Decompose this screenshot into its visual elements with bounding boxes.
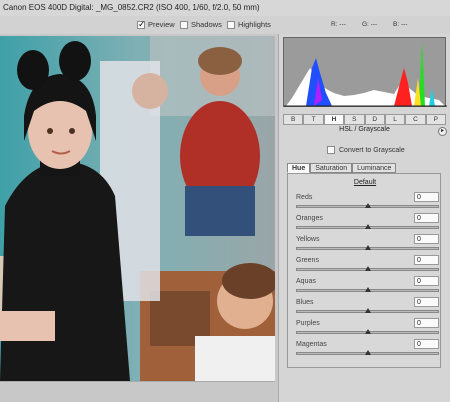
slider-thumb-icon[interactable] — [364, 350, 371, 355]
slider-label: Greens — [296, 257, 319, 264]
shadows-checkbox[interactable]: Shadows — [180, 20, 222, 29]
hue-panel: Default Reds 0 Oranges 0 Yellows 0 Green… — [287, 173, 441, 368]
tab-hsl[interactable]: H — [323, 114, 345, 125]
slider-row-yellows: Yellows 0 — [296, 234, 439, 256]
highlights-checkbox[interactable]: Highlights — [227, 20, 271, 29]
preview-checkbox[interactable]: Preview — [137, 19, 175, 30]
tab-lens[interactable]: L — [384, 114, 406, 125]
hsl-subtabs: Hue Saturation Luminance — [287, 163, 397, 173]
slider-thumb-icon[interactable] — [364, 224, 371, 229]
slider-thumb-icon[interactable] — [364, 266, 371, 271]
tab-presets[interactable]: P — [425, 114, 446, 125]
histogram — [283, 37, 447, 107]
convert-label: Convert to Grayscale — [339, 146, 405, 154]
slider-label: Aquas — [296, 278, 316, 285]
slider-thumb-icon[interactable] — [364, 287, 371, 292]
panel-tabs: B T H S D L C P — [283, 114, 446, 125]
subtab-saturation[interactable]: Saturation — [310, 163, 353, 173]
panel-menu-icon[interactable]: ▸ — [438, 127, 447, 136]
slider-value-input[interactable]: 0 — [414, 297, 439, 307]
slider-thumb-icon[interactable] — [364, 308, 371, 313]
image-footer-bar — [0, 381, 275, 402]
slider-label: Blues — [296, 299, 314, 306]
b-readout: B: --- — [393, 21, 408, 28]
slider-label: Oranges — [296, 215, 323, 222]
tab-camera[interactable]: C — [405, 114, 426, 125]
default-link[interactable]: Default — [288, 179, 442, 186]
g-readout: G: --- — [362, 21, 378, 28]
slider-row-blues: Blues 0 — [296, 297, 439, 319]
photo-illustration — [0, 36, 275, 381]
section-title: HSL / Grayscale — [339, 126, 390, 133]
histogram-graph — [284, 42, 447, 107]
shadows-check-icon[interactable] — [180, 20, 188, 29]
slider-row-magentas: Magentas 0 — [296, 339, 439, 361]
window-title: Canon EOS 400D Digital: _MG_0852.CR2 (IS… — [3, 3, 260, 12]
slider-label: Purples — [296, 320, 320, 327]
slider-row-aquas: Aquas 0 — [296, 276, 439, 298]
slider-row-greens: Greens 0 — [296, 255, 439, 277]
title-bar: Canon EOS 400D Digital: _MG_0852.CR2 (IS… — [0, 0, 450, 16]
tab-detail[interactable]: D — [364, 114, 385, 125]
slider-value-input[interactable]: 0 — [414, 318, 439, 328]
r-readout: R: --- — [331, 21, 346, 28]
slider-value-input[interactable]: 0 — [414, 255, 439, 265]
slider-row-oranges: Oranges 0 — [296, 213, 439, 235]
shadows-label: Shadows — [191, 20, 222, 29]
convert-grayscale-checkbox[interactable]: Convert to Grayscale — [327, 146, 405, 154]
slider-value-input[interactable]: 0 — [414, 213, 439, 223]
highlights-check-icon[interactable] — [227, 20, 235, 29]
slider-thumb-icon[interactable] — [364, 203, 371, 208]
slider-thumb-icon[interactable] — [364, 245, 371, 250]
slider-label: Yellows — [296, 236, 320, 243]
preview-label: Preview — [148, 20, 175, 29]
subtab-luminance[interactable]: Luminance — [352, 163, 397, 173]
slider-row-reds: Reds 0 — [296, 192, 439, 214]
slider-value-input[interactable]: 0 — [414, 276, 439, 286]
preview-check-icon[interactable] — [137, 19, 146, 30]
options-bar: Preview Shadows Highlights R: --- G: ---… — [0, 16, 450, 34]
convert-check-icon[interactable] — [327, 146, 335, 154]
highlights-label: Highlights — [238, 20, 271, 29]
tab-tone-curve[interactable]: T — [303, 114, 324, 125]
tab-split-toning[interactable]: S — [344, 114, 365, 125]
slider-thumb-icon[interactable] — [364, 329, 371, 334]
slider-label: Reds — [296, 194, 313, 201]
subtab-hue[interactable]: Hue — [287, 163, 311, 173]
tab-basic[interactable]: B — [283, 114, 304, 125]
slider-row-purples: Purples 0 — [296, 318, 439, 340]
slider-value-input[interactable]: 0 — [414, 234, 439, 244]
slider-value-input[interactable]: 0 — [414, 339, 439, 349]
image-preview[interactable] — [0, 36, 275, 381]
slider-value-input[interactable]: 0 — [414, 192, 439, 202]
slider-label: Magentas — [296, 341, 327, 348]
adjustment-panel: B T H S D L C P HSL / Grayscale ▸ Conver… — [278, 34, 450, 402]
